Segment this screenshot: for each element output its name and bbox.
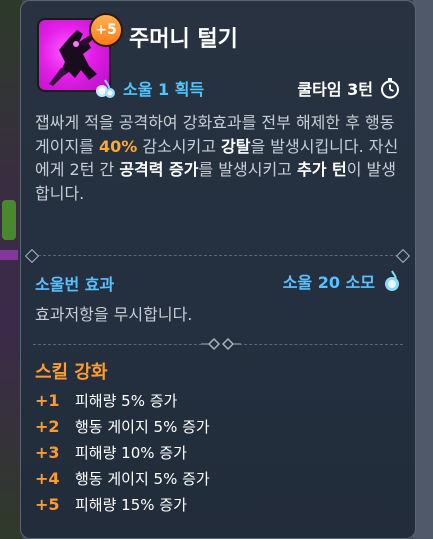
cooldown-label: 쿨타임 3턴 — [297, 80, 373, 99]
soul-orb-icon — [96, 79, 115, 98]
enhancement-effect: 행동 게이지 5% 증가 — [75, 417, 210, 436]
description-keyword: 강탈 — [221, 136, 251, 156]
background-decoration — [0, 250, 18, 260]
enhancement-row: +1 피해량 5% 증가 — [35, 387, 210, 413]
soul-flame-icon — [385, 270, 399, 291]
background-left — [0, 0, 22, 539]
divider-ornament-icon — [201, 337, 241, 351]
skill-name: 주머니 털기 — [129, 27, 238, 52]
divider-diamond — [24, 248, 40, 264]
section-divider — [33, 255, 403, 258]
enhancement-row: +5 피해량 15% 증가 — [35, 491, 210, 517]
cooldown: 쿨타임 3턴 — [297, 76, 401, 100]
enhancement-level: +2 — [35, 416, 60, 436]
divider-diamond — [395, 248, 411, 264]
enhancement-level: +4 — [35, 468, 60, 488]
enhancement-row: +4 행동 게이지 5% 증가 — [35, 465, 210, 491]
description-text: 감소시키고 — [137, 136, 222, 156]
enhancement-effect: 행동 게이지 5% 증가 — [75, 469, 210, 488]
soulburn-cost: 소울 20 소모 — [283, 269, 403, 293]
enhancement-effect: 피해량 10% 증가 — [75, 443, 187, 462]
description-text: 를 발생시키고 — [198, 160, 297, 179]
enhancement-title: 스킬 강화 — [35, 362, 108, 383]
enhancement-row: +3 피해량 10% 증가 — [35, 439, 210, 465]
enhancement-level: +3 — [35, 442, 60, 462]
enhancement-effect: 피해량 15% 증가 — [75, 495, 187, 514]
soulburn-cost-label: 소울 20 소모 — [282, 273, 375, 292]
enhancement-list: +1 피해량 5% 증가 +2 행동 게이지 5% 증가 +3 피해량 10% … — [35, 387, 210, 517]
description-keyword: 공격력 증가 — [119, 160, 199, 179]
background-right — [413, 0, 433, 539]
enhancement-level: +1 — [35, 390, 60, 410]
skill-tooltip-panel: +5 주머니 털기 소울 1 획득 쿨타임 3턴 잽싸게 적을 공격하여 강화효… — [20, 0, 416, 539]
soul-gain-label: 소울 1 획득 — [123, 80, 205, 99]
soul-gain: 소울 1 획득 — [93, 76, 204, 100]
description-keyword: 추가 턴 — [297, 160, 347, 179]
skill-description: 잽싸게 적을 공격하여 강화효과를 전부 해제한 후 행동 게이지를 40% 감… — [35, 111, 405, 205]
description-highlight: 40% — [98, 136, 138, 156]
soulburn-effect: 효과저항을 무시합니다. — [35, 305, 193, 324]
enhance-level-badge: +5 — [89, 13, 123, 47]
stopwatch-icon — [381, 78, 399, 99]
enhancement-row: +2 행동 게이지 5% 증가 — [35, 413, 210, 439]
enhancement-effect: 피해량 5% 증가 — [75, 391, 178, 410]
soulburn-label: 소울번 효과 — [35, 275, 115, 294]
background-decoration — [2, 200, 16, 240]
enhancement-level: +5 — [35, 494, 60, 514]
